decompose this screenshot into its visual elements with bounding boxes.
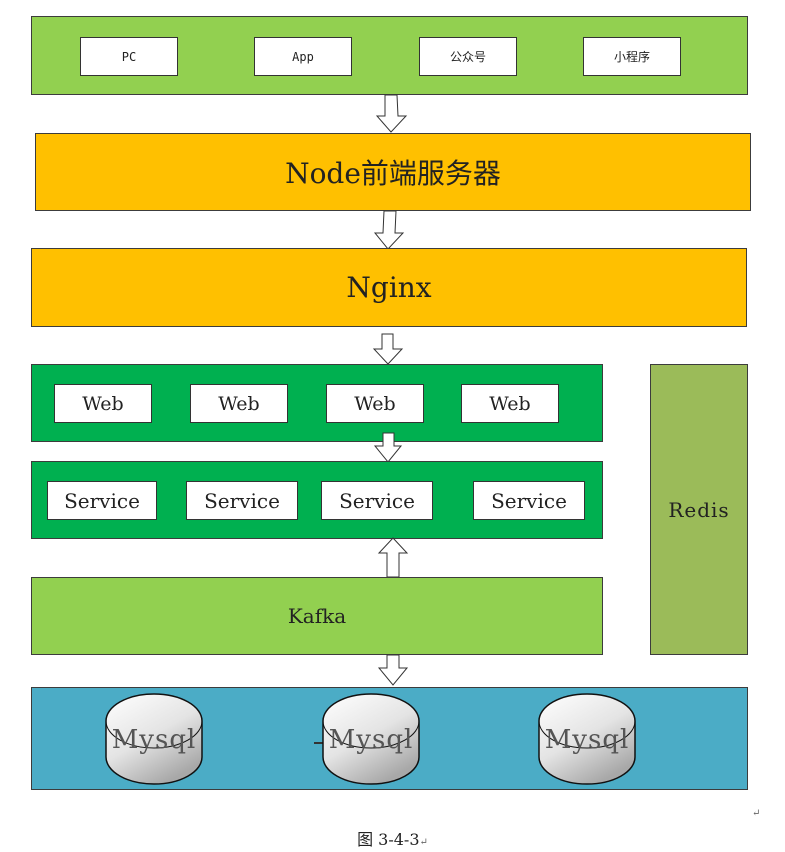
service-box: Service	[186, 481, 298, 520]
web-box: Web	[190, 384, 288, 423]
kafka-label: Kafka	[287, 604, 347, 628]
down-arrow-icon	[373, 210, 405, 250]
paragraph-mark: ↵	[419, 837, 428, 848]
nginx-layer: Nginx	[31, 248, 747, 327]
mysql-database: Mysql	[105, 693, 203, 785]
service-label: Service	[204, 488, 280, 513]
web-label: Web	[489, 392, 531, 415]
web-label: Web	[218, 392, 260, 415]
up-arrow-icon	[377, 537, 409, 578]
node-frontend-label: Node前端服务器	[285, 157, 501, 190]
service-label: Service	[339, 488, 415, 513]
mysql-label: Mysql	[544, 725, 630, 755]
web-layer: Web Web Web Web	[31, 364, 603, 442]
mysql-database: Mysql	[322, 693, 420, 785]
nginx-label: Nginx	[346, 271, 432, 304]
service-label: Service	[64, 488, 140, 513]
web-box: Web	[461, 384, 559, 423]
client-box-pc: PC	[80, 37, 178, 76]
down-arrow-icon	[377, 654, 409, 686]
web-box: Web	[54, 384, 152, 423]
redis-label: Redis	[668, 497, 730, 522]
client-box-mini-program: 小程序	[583, 37, 681, 76]
caption-text: 图 3-4-3	[357, 830, 420, 849]
client-label: 小程序	[613, 50, 650, 64]
service-label: Service	[491, 488, 567, 513]
redis-cache: Redis	[650, 364, 748, 655]
figure-caption: 图 3-4-3↵	[0, 826, 785, 850]
web-label: Web	[354, 392, 396, 415]
service-box: Service	[47, 481, 157, 520]
service-layer: Service Service Service Service	[31, 461, 603, 539]
kafka-layer: Kafka	[31, 577, 603, 655]
down-arrow-icon	[372, 333, 404, 365]
client-label: PC	[121, 49, 137, 64]
database-layer: Mysql Mysql Mysql	[31, 687, 748, 790]
clients-layer: PC App 公众号 小程序	[31, 16, 748, 95]
web-label: Web	[82, 392, 124, 415]
client-label: 公众号	[449, 50, 486, 64]
service-box: Service	[473, 481, 585, 520]
mysql-database: Mysql	[538, 693, 636, 785]
node-frontend-layer: Node前端服务器	[35, 133, 751, 211]
down-arrow-icon	[375, 94, 408, 133]
mysql-label: Mysql	[328, 725, 414, 755]
paragraph-mark: ↵	[752, 808, 761, 819]
service-box: Service	[321, 481, 433, 520]
client-box-app: App	[254, 37, 352, 76]
client-box-official-account: 公众号	[419, 37, 517, 76]
mysql-label: Mysql	[111, 725, 197, 755]
web-box: Web	[326, 384, 424, 423]
client-label: App	[292, 49, 314, 64]
